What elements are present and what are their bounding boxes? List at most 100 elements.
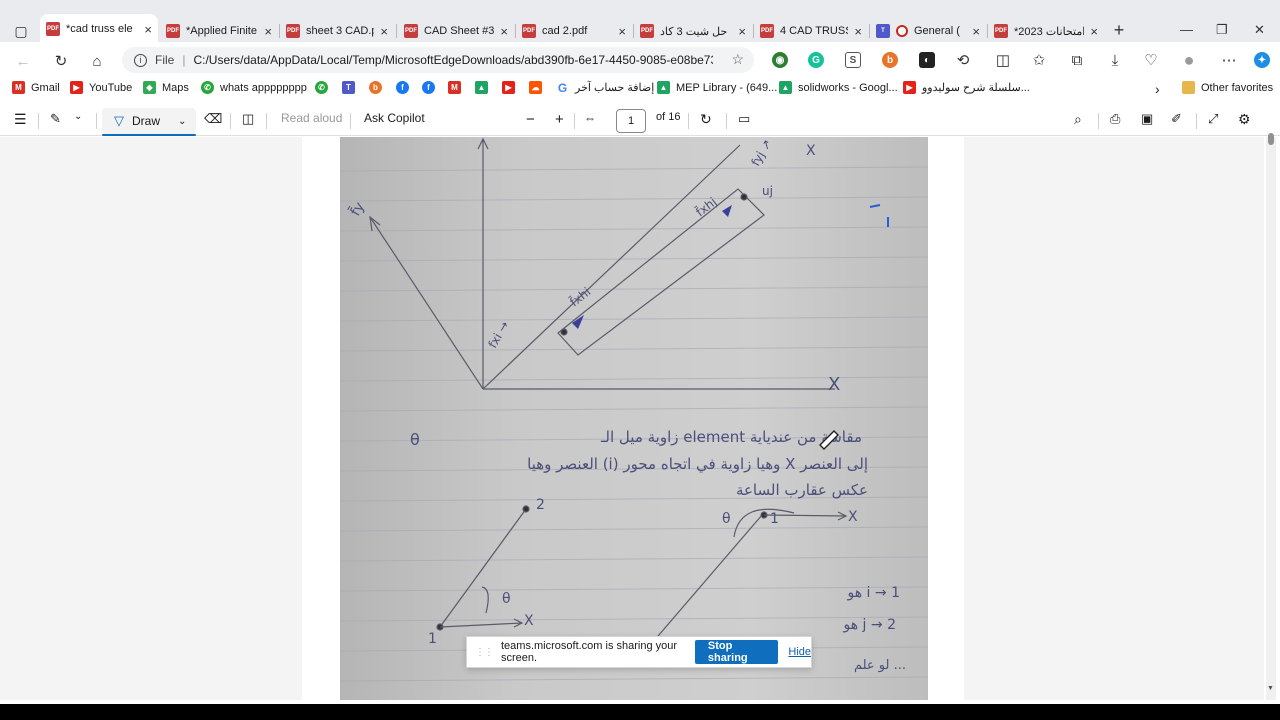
address-url[interactable]: C:/Users/data/AppData/Local/Temp/Microso… — [193, 53, 713, 67]
collections-icon[interactable]: ⧉ — [1066, 49, 1088, 71]
favorite-gmail[interactable]: M Gmail — [12, 81, 60, 94]
tab-4-cad-truss[interactable]: PDF 4 CAD TRUSS × — [754, 18, 868, 44]
pdf-settings-gear-icon[interactable]: ⚙ — [1238, 111, 1251, 128]
text-box-icon[interactable]: ◫ — [242, 111, 254, 127]
browser-essentials-icon[interactable]: ♡ — [1140, 49, 1162, 71]
address-divider: | — [182, 53, 186, 67]
stop-sharing-button[interactable]: Stop sharing — [694, 640, 779, 664]
favorite-solidworks-series[interactable]: ▶ سلسلة شرح سوليدوو... — [903, 81, 1030, 94]
copilot-icon[interactable]: ✦ — [1254, 52, 1270, 68]
fit-to-width-icon[interactable]: ⇔ — [584, 111, 596, 125]
pdf-icon: PDF — [522, 24, 536, 38]
favorite-facebook[interactable]: f — [396, 81, 409, 94]
favorite-facebook-2[interactable]: f — [422, 81, 435, 94]
svg-text:هو i → 1: هو i → 1 — [846, 585, 900, 601]
ask-copilot-button[interactable]: Ask Copilot — [364, 111, 425, 125]
highlight-icon[interactable]: ✎ — [50, 111, 61, 127]
extension-orange-icon[interactable]: b — [882, 52, 898, 68]
info-icon[interactable]: i — [134, 53, 147, 67]
zoom-out-button[interactable]: − — [526, 111, 535, 128]
read-aloud-button[interactable]: Read aloud — [281, 111, 342, 125]
page-number-input[interactable]: 1 — [616, 109, 646, 133]
scroll-down-icon[interactable]: ▼ — [1267, 685, 1274, 692]
home-icon[interactable]: ⌂ — [86, 50, 108, 72]
draw-button[interactable]: ▽ Draw ⌄ — [102, 108, 196, 136]
downloads-icon[interactable]: ⤓ — [1104, 49, 1126, 71]
extension-dark-icon[interactable]: ◐ — [919, 52, 935, 68]
favorite-whatsapp-2[interactable]: ✆ — [315, 81, 328, 94]
tab-arabic-sheet-3[interactable]: PDF حل شيت 3 كاد × — [634, 18, 752, 44]
tab-general[interactable]: T General ( × — [870, 18, 986, 44]
close-icon[interactable]: × — [264, 24, 272, 39]
vertical-scrollbar[interactable]: ▲ ▼ — [1266, 133, 1276, 700]
scrollbar-thumb[interactable] — [1268, 133, 1274, 145]
tab-cad-truss-ele[interactable]: PDF *cad truss ele × — [40, 14, 158, 44]
minimize-button[interactable]: — — [1180, 22, 1193, 37]
favorite-solidworks[interactable]: ▲ solidworks - Googl... — [779, 81, 898, 94]
tab-actions-icon[interactable]: ▢ — [8, 18, 34, 44]
favorite-mep-library[interactable]: ▲ MEP Library - (649... — [657, 81, 777, 94]
highlight-dropdown-chevron-icon[interactable]: ⌄ — [74, 111, 82, 122]
tab-sheet-3-cad[interactable]: PDF sheet 3 CAD.p × — [280, 18, 394, 44]
close-icon[interactable]: × — [144, 22, 152, 37]
eraser-icon[interactable]: ⌫ — [204, 111, 222, 127]
close-icon[interactable]: × — [380, 24, 388, 39]
grammarly-icon[interactable]: G — [808, 52, 824, 68]
favorite-star-icon[interactable]: ☆ — [731, 51, 744, 68]
profile-avatar-icon[interactable]: ● — [1178, 49, 1200, 71]
save-as-icon[interactable]: ✐ — [1171, 111, 1182, 127]
extension-puzzle-icon[interactable]: ⟲ — [952, 49, 974, 71]
favorite-orange[interactable]: b — [369, 81, 382, 94]
refresh-icon[interactable]: ↻ — [50, 50, 72, 72]
contents-list-icon[interactable]: ☰ — [14, 111, 27, 128]
maximize-button[interactable]: ❐ — [1216, 22, 1228, 38]
window-close-button[interactable]: ✕ — [1254, 22, 1265, 38]
drive-icon: ▲ — [475, 81, 488, 94]
page-view-icon[interactable]: ▭ — [738, 111, 750, 127]
close-icon[interactable]: × — [500, 24, 508, 39]
search-icon[interactable]: ⌕ — [1074, 111, 1082, 128]
favorite-gmail-2[interactable]: M — [448, 81, 461, 94]
extension-globe-icon[interactable]: ◉ — [772, 52, 788, 68]
scanned-notes-image: X X f̄y fxi → f̄xhi f̄xhj fyj ↗ uj زاوية… — [340, 137, 928, 700]
hide-notice-link[interactable]: Hide — [788, 646, 811, 658]
print-icon[interactable]: ⎙ — [1110, 111, 1120, 127]
rotate-icon[interactable]: ↻ — [700, 111, 712, 128]
split-screen-icon[interactable]: ◫ — [992, 49, 1014, 71]
settings-more-icon[interactable]: ⋯ — [1218, 49, 1240, 71]
tab-strip: ▢ PDF *cad truss ele × PDF *Applied Fini… — [0, 0, 1280, 44]
pdf-viewport[interactable]: X X f̄y fxi → f̄xhi f̄xhj fyj ↗ uj زاوية… — [0, 137, 1264, 700]
favorite-youtube-2[interactable]: ▶ — [502, 81, 515, 94]
tab-cad-2[interactable]: PDF cad 2.pdf × — [516, 18, 632, 44]
toolbar-separator — [96, 113, 97, 129]
svg-text:fyj ↗: fyj ↗ — [748, 137, 774, 169]
favorite-add-account[interactable]: G إضافة حساب آخر — [556, 81, 655, 95]
extension-s-icon[interactable]: S — [845, 52, 861, 68]
favorite-label: إضافة حساب آخر — [575, 82, 655, 94]
back-icon[interactable]: ← — [12, 50, 34, 72]
drag-handle-icon[interactable]: ⋮⋮ — [475, 647, 494, 658]
draw-dropdown-chevron-icon[interactable]: ⌄ — [178, 116, 186, 127]
fullscreen-icon[interactable]: ⤢ — [1208, 111, 1218, 127]
address-bar[interactable]: i File | C:/Users/data/AppData/Local/Tem… — [122, 47, 754, 73]
close-icon[interactable]: × — [618, 24, 626, 39]
favorite-youtube[interactable]: ▶ YouTube — [70, 81, 132, 94]
close-icon[interactable]: × — [1090, 24, 1098, 39]
favorite-whatsapp[interactable]: ✆ whats apppppppp — [201, 81, 307, 94]
favorite-teams[interactable]: T — [342, 81, 355, 94]
favorite-maps[interactable]: ◆ Maps — [143, 81, 189, 94]
more-favorites-chevron-icon[interactable]: › — [1155, 81, 1160, 97]
other-favorites[interactable]: Other favorites — [1182, 81, 1273, 94]
close-icon[interactable]: × — [972, 24, 980, 39]
favorites-icon[interactable]: ✩ — [1028, 49, 1050, 71]
new-tab-button[interactable]: + — [1108, 20, 1130, 42]
tab-cad-sheet-3[interactable]: PDF CAD Sheet #3 × — [398, 18, 514, 44]
close-icon[interactable]: × — [854, 24, 862, 39]
tab-applied-finite[interactable]: PDF *Applied Finite × — [160, 18, 278, 44]
save-icon[interactable]: ▣ — [1141, 111, 1153, 127]
tab-exams-2023[interactable]: PDF *امتحانات 2023 × — [988, 18, 1104, 44]
favorite-soundcloud[interactable]: ☁ — [529, 81, 542, 94]
zoom-in-button[interactable]: + — [555, 111, 564, 128]
close-icon[interactable]: × — [738, 24, 746, 39]
favorite-drive[interactable]: ▲ — [475, 81, 488, 94]
